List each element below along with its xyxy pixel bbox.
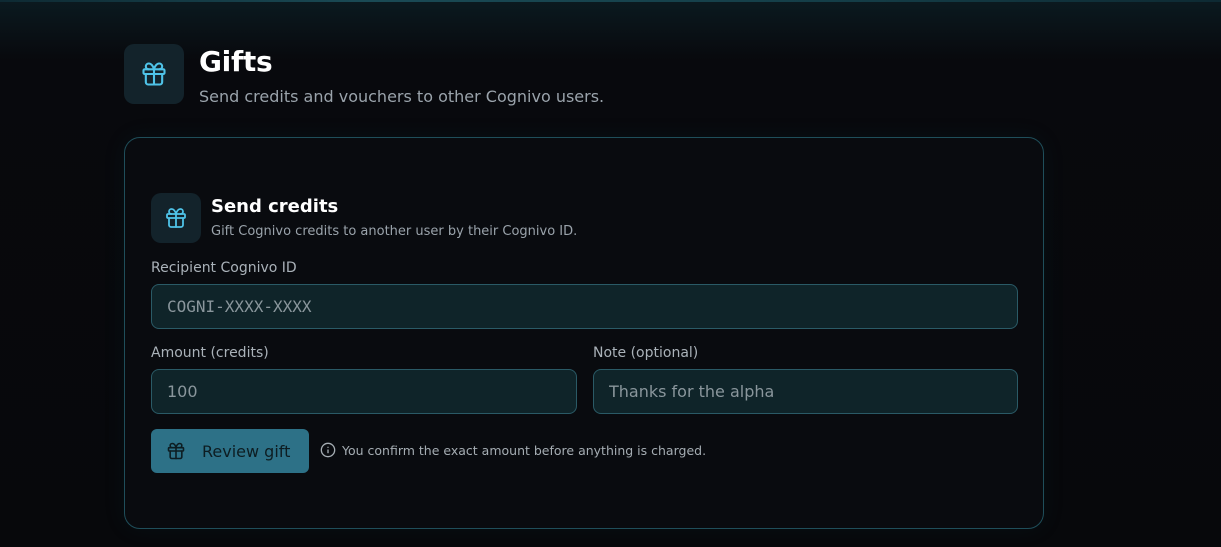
- page-header: Gifts Send credits and vouchers to other…: [124, 44, 604, 107]
- section-subtitle: Gift Cognivo credits to another user by …: [211, 224, 578, 239]
- confirm-hint: You confirm the exact amount before anyt…: [320, 442, 706, 458]
- note-input[interactable]: [593, 369, 1018, 414]
- page-subtitle: Send credits and vouchers to other Cogni…: [199, 87, 605, 106]
- gift-icon: [151, 193, 201, 243]
- top-accent-line: [0, 0, 1221, 2]
- gift-icon: [124, 44, 184, 104]
- info-icon: [320, 442, 336, 458]
- review-gift-button[interactable]: Review gift: [151, 429, 309, 473]
- header-text: Gifts Send credits and vouchers to other…: [199, 44, 604, 107]
- send-credits-card: Send credits Gift Cognivo credits to ano…: [124, 137, 1044, 529]
- gift-icon: [166, 441, 186, 461]
- section-header: Send credits Gift Cognivo credits to ano…: [151, 193, 577, 243]
- section-text: Send credits Gift Cognivo credits to ano…: [211, 193, 577, 240]
- recipient-id-input[interactable]: [151, 284, 1018, 329]
- amount-label: Amount (credits): [151, 345, 269, 361]
- hint-text: You confirm the exact amount before anyt…: [342, 442, 707, 458]
- section-title: Send credits: [211, 196, 339, 217]
- page-title: Gifts: [199, 45, 273, 78]
- recipient-label: Recipient Cognivo ID: [151, 260, 297, 276]
- amount-input[interactable]: [151, 369, 577, 414]
- review-gift-label: Review gift: [202, 441, 291, 461]
- note-label: Note (optional): [593, 345, 699, 361]
